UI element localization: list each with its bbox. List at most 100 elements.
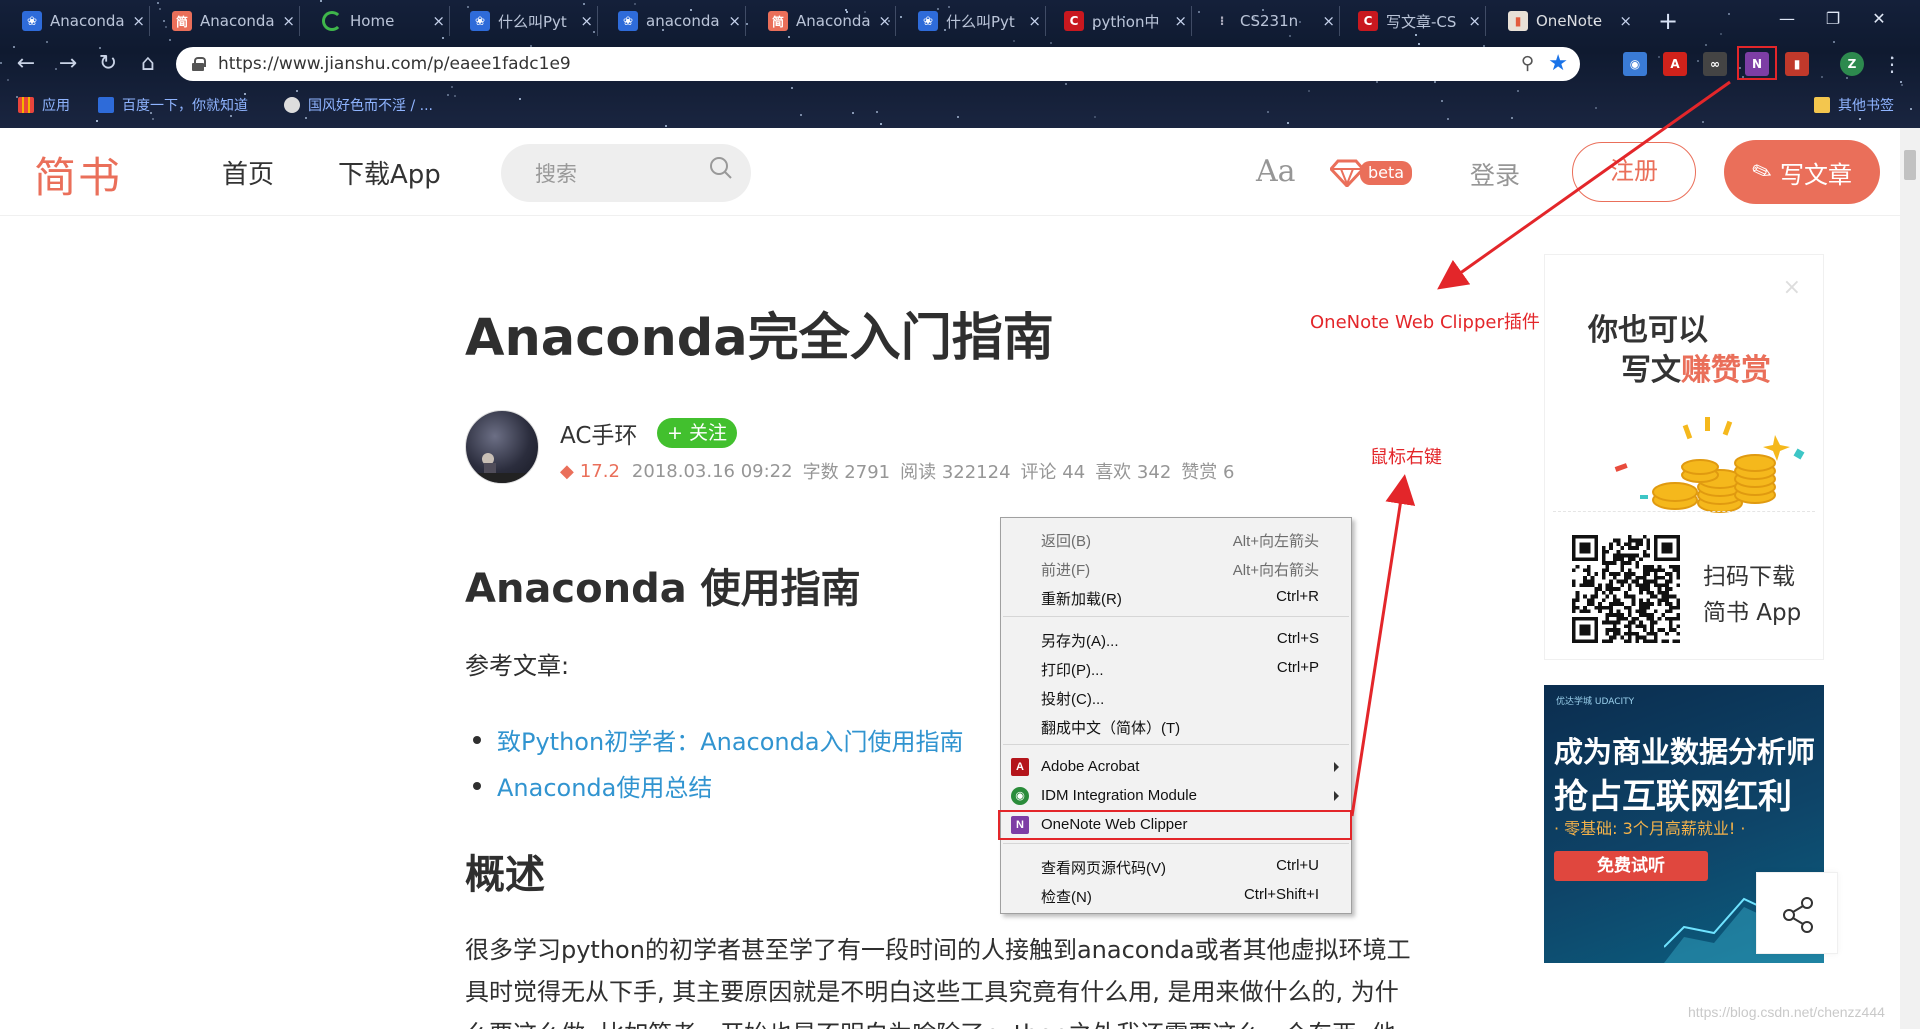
browser-tab[interactable]: C python中 ×	[1064, 6, 1192, 36]
beta-diamond-badge[interactable]: beta	[1330, 158, 1413, 188]
browser-tab[interactable]: Home ×	[322, 6, 450, 36]
browser-tab[interactable]: ❀ 什么叫Pyt ×	[470, 6, 598, 36]
browser-tab[interactable]: 简 Anaconda ×	[768, 6, 896, 36]
close-icon[interactable]: ×	[1322, 12, 1335, 30]
write-reward-ad[interactable]: × 你也可以 写文赚赞赏 扫码下载 简书 App	[1544, 254, 1824, 660]
qr-module	[1572, 598, 1576, 603]
bookmark-baidu[interactable]: 百度一下，你就知道	[98, 94, 248, 116]
browser-extension-icon[interactable]: ◉	[1623, 52, 1647, 76]
qr-module	[1657, 628, 1662, 632]
jianshu-icon: 简	[768, 11, 788, 31]
close-icon[interactable]: ×	[1783, 275, 1801, 300]
browser-tab[interactable]: 简 Anaconda ×	[172, 6, 300, 36]
bookmark-apps[interactable]: 应用	[18, 94, 70, 116]
restore-button[interactable]: ❐	[1810, 4, 1856, 34]
forward-button[interactable]: →	[52, 48, 84, 80]
qr-module	[1642, 628, 1647, 632]
page-scrollbar[interactable]	[1900, 128, 1920, 1029]
browser-tab[interactable]: ⁝ CS231n ×	[1212, 6, 1340, 36]
qr-module	[1583, 575, 1587, 580]
close-icon[interactable]: ×	[728, 12, 741, 30]
follow-button[interactable]: + 关注	[657, 418, 737, 448]
scan-label: 简书 App	[1703, 600, 1802, 626]
browser-tab[interactable]: ❀ 什么叫Pyt ×	[918, 6, 1046, 36]
adobe-acrobat-icon[interactable]: A	[1663, 52, 1687, 76]
scan-label: 扫码下载	[1703, 564, 1795, 590]
close-icon[interactable]: ×	[1174, 12, 1187, 30]
qr-module	[1579, 583, 1584, 588]
list-item[interactable]: Anaconda使用总结	[473, 768, 712, 803]
avatar-image	[466, 453, 538, 483]
menu-item-idm[interactable]: ◉ IDM Integration Module	[1001, 782, 1351, 810]
bookmark-extension-icon[interactable]: ▮	[1785, 52, 1809, 76]
share-button[interactable]	[1756, 872, 1838, 954]
list-item[interactable]: 致Python初学者：Anaconda入门使用指南	[473, 722, 964, 757]
menu-kebab-icon[interactable]: ⋮	[1876, 48, 1908, 80]
qr-module	[1676, 568, 1680, 573]
reference-link[interactable]: Anaconda使用总结	[497, 768, 712, 803]
window-close-button[interactable]: ✕	[1856, 4, 1902, 34]
jianshu-logo[interactable]: 简书	[34, 144, 122, 205]
browser-tab[interactable]: ❀ Anaconda ×	[22, 6, 150, 36]
register-button[interactable]: 注册	[1572, 142, 1696, 202]
reload-button[interactable]: ↻	[92, 48, 124, 80]
nav-download-app[interactable]: 下载App	[338, 154, 441, 191]
author-name[interactable]: AC手环	[560, 416, 637, 450]
address-bar[interactable]: https://www.jianshu.com/p/eaee1fadc1e9 ⚲…	[176, 47, 1580, 81]
menu-item-save-as[interactable]: 另存为(A)... Ctrl+S	[1001, 625, 1351, 653]
menu-item-print[interactable]: 打印(P)... Ctrl+P	[1001, 654, 1351, 682]
bookmark-star-icon[interactable]: ★	[1548, 51, 1568, 76]
menu-item-inspect[interactable]: 检查(N) Ctrl+Shift+I	[1001, 881, 1351, 909]
qr-module	[1620, 564, 1625, 569]
bookmark-guofeng[interactable]: 国风好色而不淫 / ...	[284, 94, 433, 116]
qr-module	[1639, 609, 1643, 614]
close-icon[interactable]: ×	[432, 12, 445, 30]
qr-module	[1612, 624, 1617, 629]
ad-line: 写文赚赞赏	[1621, 353, 1771, 388]
qr-module	[1624, 639, 1628, 643]
menu-item-forward[interactable]: 前进(F) Alt+向右箭头	[1001, 554, 1351, 582]
close-icon[interactable]: ×	[1468, 12, 1481, 30]
home-button[interactable]: ⌂	[132, 48, 164, 80]
menu-item-reload[interactable]: 重新加载(R) Ctrl+R	[1001, 583, 1351, 611]
qr-module	[1646, 572, 1651, 576]
new-tab-button[interactable]: +	[1656, 6, 1680, 36]
menu-item-translate[interactable]: 翻成中文（简体）(T)	[1001, 712, 1351, 740]
minimize-button[interactable]: —	[1764, 4, 1810, 34]
profile-avatar[interactable]: Z	[1840, 52, 1864, 76]
author-avatar[interactable]	[465, 410, 539, 484]
browser-tab-active[interactable]: ▮ OneNote ×	[1508, 6, 1636, 36]
back-button[interactable]: ←	[10, 48, 42, 80]
close-icon[interactable]: ×	[580, 12, 593, 30]
write-article-button[interactable]: ✎ 写文章	[1724, 140, 1880, 204]
other-bookmarks[interactable]: 其他书签	[1814, 94, 1894, 116]
close-icon[interactable]: ×	[878, 12, 891, 30]
menu-item-cast[interactable]: 投射(C)...	[1001, 683, 1351, 711]
close-icon[interactable]: ×	[1028, 12, 1041, 30]
reader-extension-icon[interactable]: ∞	[1703, 52, 1727, 76]
browser-tab[interactable]: ❀ anaconda ×	[618, 6, 746, 36]
search-icon[interactable]	[709, 156, 733, 180]
menu-item-view-source[interactable]: 查看网页源代码(V) Ctrl+U	[1001, 852, 1351, 880]
search-input[interactable]: 搜索	[501, 144, 751, 202]
qr-module	[1653, 594, 1658, 599]
login-link[interactable]: 登录	[1470, 156, 1520, 192]
zoom-icon[interactable]: ⚲	[1521, 53, 1534, 74]
qr-module	[1646, 583, 1651, 588]
qr-module	[1668, 587, 1673, 591]
close-icon[interactable]: ×	[282, 12, 295, 30]
nav-home[interactable]: 首页	[222, 154, 274, 191]
qr-module	[1627, 568, 1632, 573]
star-decoration	[1702, 121, 1704, 123]
menu-item-back[interactable]: 返回(B) Alt+向左箭头	[1001, 525, 1351, 553]
scrollbar-thumb[interactable]	[1904, 150, 1916, 180]
qr-module	[1624, 575, 1628, 580]
close-icon[interactable]: ×	[1619, 12, 1632, 30]
reference-link[interactable]: 致Python初学者：Anaconda入门使用指南	[497, 722, 964, 757]
menu-item-adobe-acrobat[interactable]: A Adobe Acrobat	[1001, 753, 1351, 781]
browser-tab[interactable]: C 写文章-CS ×	[1358, 6, 1486, 36]
qr-module	[1627, 639, 1632, 643]
font-size-toggle[interactable]: Aa	[1256, 154, 1296, 189]
close-icon[interactable]: ×	[132, 12, 145, 30]
qr-module	[1642, 624, 1647, 629]
